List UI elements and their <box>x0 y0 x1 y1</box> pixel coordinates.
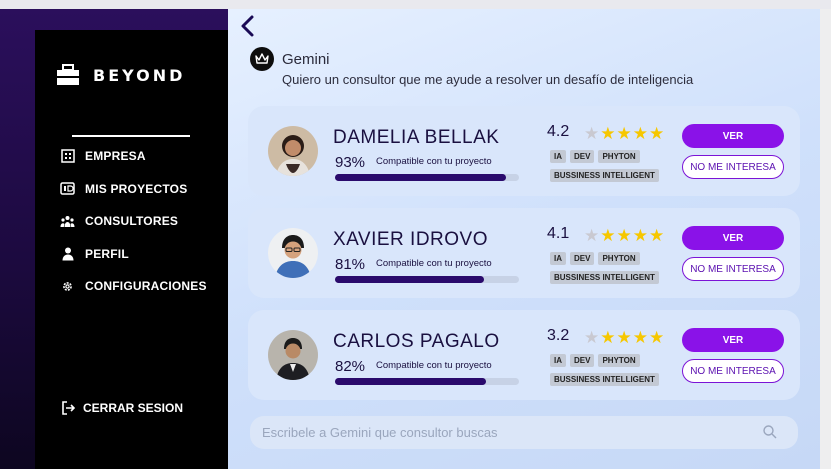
sidebar-item-label: PERFIL <box>85 246 129 261</box>
sidebar-item-configuraciones[interactable]: CONFIGURACIONES <box>60 270 207 303</box>
skill-tag: DEV <box>570 150 595 163</box>
sidebar: BEYOND EMPRESA MIS PROYECTOS CONSULTORES <box>35 30 228 469</box>
match-percent: 93% <box>335 154 366 171</box>
logout-button[interactable]: CERRAR SESION <box>60 400 183 415</box>
star-icon: ★ <box>632 328 649 347</box>
logout-label: CERRAR SESION <box>83 400 184 415</box>
building-icon <box>60 149 75 164</box>
star-icon: ★ <box>584 328 601 347</box>
avatar <box>268 126 318 176</box>
star-icon: ★ <box>584 226 601 245</box>
consultant-name: XAVIER IDROVO <box>333 229 489 250</box>
assistant-name: Gemini <box>282 50 330 68</box>
skill-tag: IA <box>550 354 566 367</box>
star-icon: ★ <box>600 226 617 245</box>
consultant-name: DAMELIA BELLAK <box>333 127 500 148</box>
skill-tag: DEV <box>570 252 595 265</box>
main-panel: Gemini Quiero un consultor que me ayude … <box>228 9 820 469</box>
rating-stars: ★★★★★ <box>584 328 665 348</box>
star-icon: ★ <box>649 226 666 245</box>
skill-tag: BUSSINESS INTELLIGENT <box>550 169 659 182</box>
not-interested-button[interactable]: NO ME INTERESA <box>682 155 784 179</box>
skill-tags: IA DEV PHYTON BUSSINESS INTELLIGENT <box>550 354 668 386</box>
sidebar-nav: EMPRESA MIS PROYECTOS CONSULTORES PERFIL… <box>60 140 207 303</box>
skill-tag: IA <box>550 252 566 265</box>
right-edge <box>820 9 831 469</box>
gear-icon <box>60 279 75 294</box>
sidebar-item-label: CONSULTORES <box>85 214 179 229</box>
id-card-icon <box>60 181 75 196</box>
sidebar-item-label: MIS PROYECTOS <box>85 181 188 196</box>
back-button[interactable] <box>238 13 258 39</box>
logo-divider <box>72 135 190 137</box>
skill-tag: PHYTON <box>598 354 640 367</box>
star-icon: ★ <box>632 124 649 143</box>
match-progress-fill <box>335 174 507 181</box>
star-icon: ★ <box>616 124 633 143</box>
sidebar-item-perfil[interactable]: PERFIL <box>60 238 207 271</box>
avatar <box>268 330 318 380</box>
sidebar-item-consultores[interactable]: CONSULTORES <box>60 205 207 238</box>
rating-value: 3.2 <box>547 327 570 344</box>
match-progress-bar <box>335 174 519 181</box>
match-progress-fill <box>335 276 485 283</box>
ver-button[interactable]: VER <box>682 124 784 148</box>
not-interested-button[interactable]: NO ME INTERESA <box>682 257 784 281</box>
star-icon: ★ <box>600 124 617 143</box>
crown-icon <box>250 47 274 71</box>
sidebar-item-label: EMPRESA <box>85 149 146 164</box>
rating-stars: ★★★★★ <box>584 226 665 246</box>
skill-tags: IA DEV PHYTON BUSSINESS INTELLIGENT <box>550 150 668 182</box>
people-icon <box>60 214 75 229</box>
user-icon <box>60 246 75 261</box>
compat-label: Compatible con tu proyecto <box>376 156 492 167</box>
skill-tag: DEV <box>570 354 595 367</box>
match-progress-bar <box>335 276 519 283</box>
match-percent: 81% <box>335 256 366 273</box>
sidebar-item-empresa[interactable]: EMPRESA <box>60 140 207 173</box>
match-percent: 82% <box>335 358 366 375</box>
skill-tag: PHYTON <box>598 252 640 265</box>
chat-search-bar <box>250 416 798 449</box>
consultant-card: XAVIER IDROVO 81% Compatible con tu proy… <box>248 208 800 298</box>
rating-stars: ★★★★★ <box>584 124 665 144</box>
star-icon: ★ <box>649 328 666 347</box>
sidebar-item-label: CONFIGURACIONES <box>85 279 207 294</box>
chevron-left-icon <box>241 15 254 37</box>
not-interested-button[interactable]: NO ME INTERESA <box>682 359 784 383</box>
briefcase-icon <box>55 64 81 86</box>
rating-value: 4.1 <box>547 225 570 242</box>
logout-icon <box>60 400 75 415</box>
star-icon: ★ <box>616 226 633 245</box>
star-icon: ★ <box>649 124 666 143</box>
sidebar-item-mis-proyectos[interactable]: MIS PROYECTOS <box>60 173 207 206</box>
consultant-card: CARLOS PAGALO 82% Compatible con tu proy… <box>248 310 800 400</box>
star-icon: ★ <box>616 328 633 347</box>
search-input[interactable] <box>262 422 742 442</box>
assistant-message: Quiero un consultor que me ayude a resol… <box>282 72 694 87</box>
match-progress-fill <box>335 378 486 385</box>
skill-tag: IA <box>550 150 566 163</box>
compat-label: Compatible con tu proyecto <box>376 360 492 371</box>
skill-tag: BUSSINESS INTELLIGENT <box>550 271 659 284</box>
star-icon: ★ <box>600 328 617 347</box>
brand-name: BEYOND <box>93 65 186 85</box>
avatar <box>268 228 318 278</box>
skill-tag: PHYTON <box>598 150 640 163</box>
rating-value: 4.2 <box>547 123 570 140</box>
match-progress-bar <box>335 378 519 385</box>
assistant-header: Gemini <box>250 47 330 71</box>
star-icon: ★ <box>584 124 601 143</box>
ver-button[interactable]: VER <box>682 328 784 352</box>
skill-tag: BUSSINESS INTELLIGENT <box>550 373 659 386</box>
skill-tags: IA DEV PHYTON BUSSINESS INTELLIGENT <box>550 252 668 284</box>
search-icon[interactable] <box>762 424 778 440</box>
ver-button[interactable]: VER <box>682 226 784 250</box>
star-icon: ★ <box>632 226 649 245</box>
compat-label: Compatible con tu proyecto <box>376 258 492 269</box>
consultant-name: CARLOS PAGALO <box>333 331 500 352</box>
brand-logo: BEYOND <box>55 64 185 86</box>
consultant-card: DAMELIA BELLAK 93% Compatible con tu pro… <box>248 106 800 196</box>
